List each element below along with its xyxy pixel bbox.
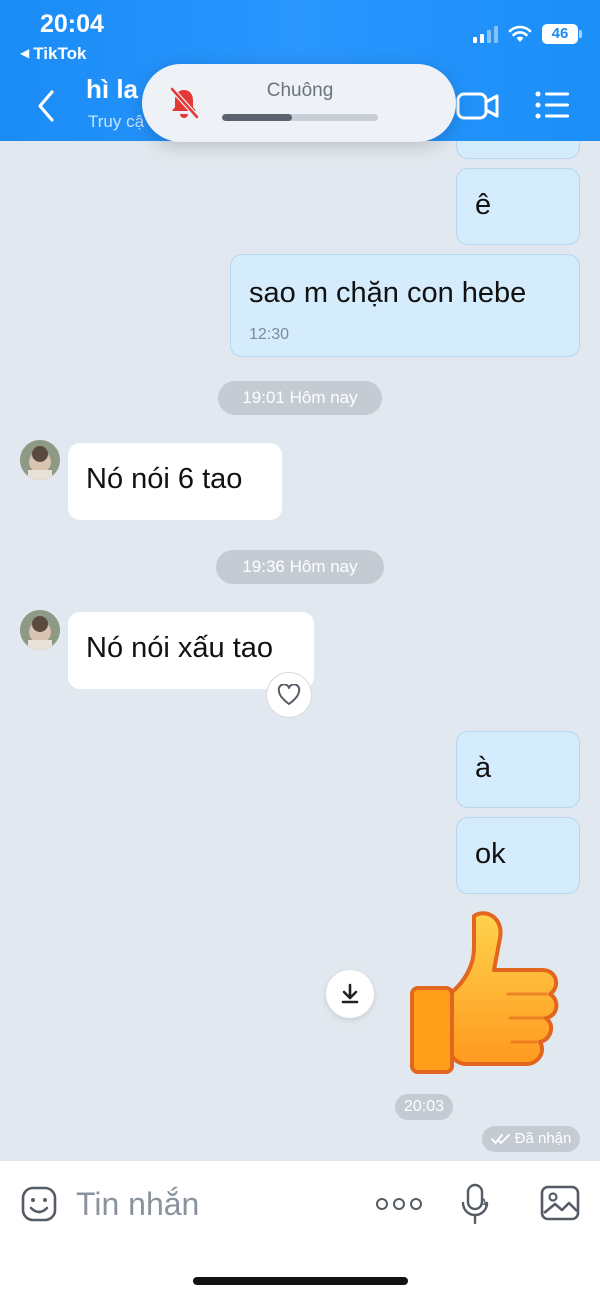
message-input[interactable]: Tin nhắn [76, 1181, 356, 1227]
voice-to-text-icon[interactable]: A [460, 1183, 494, 1225]
message-time: 12:30 [249, 326, 290, 343]
message-time: 20:03 [395, 1094, 453, 1120]
sticker-emoji-icon[interactable] [20, 1185, 58, 1223]
date-separator: 19:01 Hôm nay [218, 381, 382, 415]
ringer-volume-overlay: Chuông [142, 64, 456, 142]
menu-list-icon[interactable] [534, 90, 570, 120]
wifi-icon [508, 25, 532, 42]
ringer-level-bar [222, 114, 378, 121]
incoming-message[interactable]: Nó nói 6 tao [68, 443, 282, 520]
message-input-bar: Tin nhắn A [0, 1160, 600, 1299]
more-options-icon[interactable] [376, 1193, 422, 1215]
bell-muted-icon [170, 87, 199, 119]
thumbs-up-sticker[interactable] [408, 908, 564, 1080]
message-text: à [475, 752, 492, 784]
message-text: ok [475, 838, 506, 870]
status-icons: 46 [473, 24, 582, 44]
download-button[interactable] [326, 970, 374, 1018]
outgoing-message[interactable]: sao m chặn con hebe 12:30 [230, 254, 580, 357]
contact-avatar[interactable] [20, 440, 60, 480]
outgoing-message[interactable]: à [456, 731, 580, 808]
date-separator: 19:36 Hôm nay [216, 550, 384, 584]
heart-icon [277, 684, 301, 705]
outgoing-message[interactable]: ê [456, 168, 580, 245]
image-gallery-icon[interactable] [540, 1185, 580, 1221]
delivery-status-label: Đã nhận [514, 1130, 572, 1147]
video-call-icon[interactable] [456, 90, 500, 122]
contact-avatar[interactable] [20, 610, 60, 650]
ringer-level-fill [222, 114, 293, 121]
back-to-app-link[interactable]: ◀ TikTok [20, 44, 86, 64]
message-text: Nó nói xấu tao [86, 632, 274, 664]
back-arrow-icon[interactable] [32, 88, 60, 124]
back-app-label: TikTok [33, 44, 87, 63]
download-icon [341, 983, 359, 1004]
cellular-signal-icon [473, 25, 498, 43]
battery-indicator: 46 [542, 24, 582, 44]
outgoing-message[interactable]: ok [456, 817, 580, 894]
react-heart-button[interactable] [266, 672, 312, 718]
message-text: ê [475, 189, 492, 221]
delivery-status: Đã nhận [482, 1126, 580, 1152]
outgoing-bubble-partial[interactable] [456, 141, 580, 159]
status-time: 20:04 [40, 10, 104, 38]
contact-status: Truy cậ [88, 112, 145, 131]
svg-text:A: A [479, 1196, 488, 1210]
home-indicator[interactable] [193, 1277, 408, 1285]
message-text: Nó nói 6 tao [86, 463, 243, 495]
ringer-label: Chuông [266, 80, 334, 101]
contact-name[interactable]: hì la [86, 74, 138, 105]
double-check-icon [490, 1134, 510, 1144]
back-triangle-icon: ◀ [20, 46, 30, 60]
message-text: sao m chặn con hebe [249, 277, 527, 309]
